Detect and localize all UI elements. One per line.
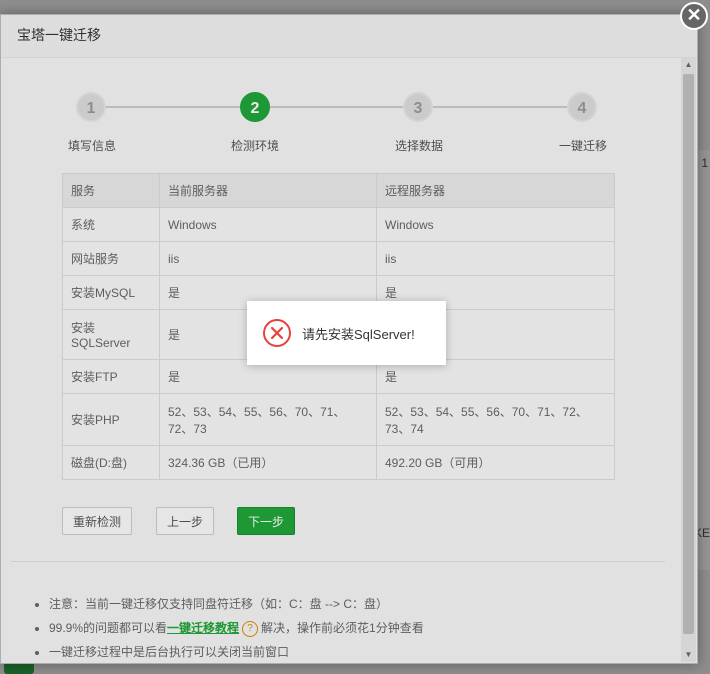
note-text: 99.9%的问题都可以看 — [49, 621, 168, 635]
scroll-up-arrow-icon[interactable]: ▲ — [681, 58, 696, 72]
dialog-title: 宝塔一键迁移 — [1, 15, 697, 58]
note-text: 解决，操作前必须花1分钟查看 — [261, 621, 424, 635]
step-connector — [106, 106, 241, 108]
table-row: 安装PHP 52、53、54、55、56、70、71、72、73 52、53、5… — [62, 393, 615, 446]
step-4-label: 一键迁移 — [558, 139, 607, 153]
table-cell: iis — [376, 241, 615, 276]
background-text: 1 — [701, 156, 708, 170]
table-cell: 安装PHP — [62, 393, 160, 446]
list-item: 注意：当前一键迁移仅支持同盘符迁移（如：C：盘 --> C：盘） — [49, 592, 424, 616]
stepper: 1 2 3 4 填写信息 检测环境 选择数据 一键迁移 — [1, 58, 681, 168]
table-row: 磁盘(D:盘) 324.36 GB（已用） 492.20 GB（可用） — [62, 445, 615, 480]
error-message-text: 请先安装SqlServer! — [302, 326, 415, 342]
divider — [11, 561, 665, 562]
step-connector — [433, 106, 568, 108]
tutorial-link[interactable]: 一键迁移教程 — [167, 621, 239, 635]
scrollbar-thumb[interactable] — [683, 74, 694, 634]
table-cell: Windows — [376, 207, 615, 242]
scrollbar[interactable]: ▲ ▼ — [681, 58, 696, 662]
step-1-circle: 1 — [76, 92, 106, 122]
list-item: 一键迁移过程中是后台执行可以关闭当前窗口 — [49, 640, 424, 662]
table-row: 系统 Windows Windows — [62, 207, 615, 242]
help-icon[interactable]: ? — [242, 620, 259, 637]
step-3-label: 选择数据 — [394, 139, 443, 153]
table-cell: 52、53、54、55、56、70、71、72、73 — [159, 393, 377, 446]
step-connector — [269, 106, 404, 108]
table-cell: Windows — [159, 207, 377, 242]
step-3-circle: 3 — [403, 92, 433, 122]
scroll-down-arrow-icon[interactable]: ▼ — [681, 648, 696, 662]
step-2-circle: 2 — [240, 92, 270, 122]
list-item: 99.9%的问题都可以看一键迁移教程?解决，操作前必须花1分钟查看 — [49, 616, 424, 640]
table-header: 当前服务器 — [159, 173, 377, 208]
table-cell: 安装SQLServer — [62, 309, 160, 360]
table-cell: 网站服务 — [62, 241, 160, 276]
table-header-row: 服务 当前服务器 远程服务器 — [62, 173, 615, 208]
table-header: 服务 — [62, 173, 160, 208]
notes-list: 注意：当前一键迁移仅支持同盘符迁移（如：C：盘 --> C：盘） 99.9%的问… — [31, 592, 424, 662]
table-row: 网站服务 iis iis — [62, 241, 615, 276]
prev-step-button[interactable]: 上一步 — [156, 507, 215, 535]
next-step-button[interactable]: 下一步 — [237, 507, 296, 535]
step-1-label: 填写信息 — [67, 139, 116, 153]
step-4-circle: 4 — [567, 92, 597, 122]
table-cell: 492.20 GB（可用） — [376, 445, 615, 480]
recheck-button[interactable]: 重新检测 — [62, 507, 133, 535]
table-cell: 324.36 GB（已用） — [159, 445, 377, 480]
step-2-label: 检测环境 — [230, 139, 279, 153]
error-circle-icon — [263, 319, 291, 347]
table-cell: 安装FTP — [62, 359, 160, 394]
error-message-box: 请先安装SqlServer! — [247, 301, 446, 365]
table-cell: 磁盘(D:盘) — [62, 445, 160, 480]
table-cell: 52、53、54、55、56、70、71、72、73、74 — [376, 393, 615, 446]
table-cell: iis — [159, 241, 377, 276]
close-icon[interactable]: ✕ — [680, 2, 708, 30]
table-cell: 系统 — [62, 207, 160, 242]
table-header: 远程服务器 — [376, 173, 615, 208]
table-cell: 安装MySQL — [62, 275, 160, 310]
